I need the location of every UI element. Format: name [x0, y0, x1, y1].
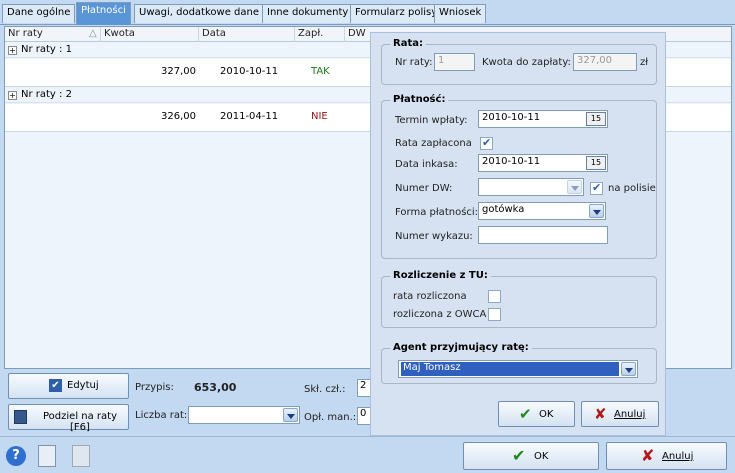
calendar-icon[interactable]: 15 [586, 156, 606, 170]
opl-man-field[interactable]: 0 [357, 407, 371, 425]
rata-zaplacona-checkbox[interactable] [480, 136, 493, 150]
col-dw[interactable]: DW [348, 28, 366, 39]
rozliczenie-group: Rozliczenie z TU: rata rozliczona rozlic… [381, 270, 657, 328]
liczba-rat-label: Liczba rat: [135, 410, 188, 421]
forma-platnosci-select[interactable]: gotówka [478, 202, 606, 220]
nr-raty-field: 1 [434, 53, 475, 71]
skl-czl-label: Skł. czł.: [304, 384, 346, 395]
chevron-down-icon[interactable] [589, 204, 604, 218]
expand-icon[interactable]: + [8, 46, 17, 55]
copy-icon[interactable] [38, 445, 56, 467]
przypis-label: Przypis: [135, 382, 174, 393]
sort-asc-icon: △ [89, 28, 97, 39]
przypis-value: 653,00 [194, 381, 237, 394]
group-label: Nr raty : 1 [21, 44, 72, 55]
kwota-field: 327,00 [573, 53, 637, 71]
rozliczona-owca-checkbox[interactable] [488, 308, 501, 321]
footer-bar: ? ✔ OK ✘ Anuluj [0, 436, 735, 473]
popup-cancel-button[interactable]: ✘ Anuluj [581, 401, 659, 427]
rata-group: Rata: Nr raty: 1 Kwota do zapłaty: 327,0… [381, 38, 657, 85]
col-zapl[interactable]: Zapł. [298, 28, 323, 39]
cell-zapl: NIE [311, 111, 328, 122]
group-label: Nr raty : 2 [21, 89, 72, 100]
chevron-down-icon[interactable] [621, 362, 636, 376]
data-inkasa-field[interactable]: 2010-10-11 15 [478, 154, 608, 172]
split-installments-button[interactable]: Podziel na raty [F6] [8, 404, 129, 433]
numer-wykazu-field[interactable] [478, 226, 608, 244]
cell-kwota: 327,00 [161, 66, 196, 77]
split-icon [14, 410, 27, 424]
col-data[interactable]: Data [202, 28, 226, 39]
agent-group: Agent przyjmujący ratę: Maj Tomasz [381, 342, 657, 384]
liczba-rat-select[interactable] [188, 406, 300, 424]
ok-button[interactable]: ✔ OK [463, 442, 599, 470]
tab-inne-dokumenty[interactable]: Inne dokumenty [262, 4, 354, 23]
na-polisie-checkbox[interactable] [590, 181, 603, 195]
popup-ok-button[interactable]: ✔ OK [498, 401, 575, 427]
cell-data: 2011-04-11 [220, 111, 279, 122]
rata-rozliczona-checkbox[interactable] [488, 290, 501, 303]
expand-icon[interactable]: + [8, 91, 17, 100]
check-icon: ✔ [519, 405, 532, 423]
check-icon: ✔ [512, 446, 526, 465]
edit-button[interactable]: ✔ Edytuj [8, 373, 129, 399]
tab-platnosci[interactable]: Płatności [76, 2, 131, 25]
check-icon: ✔ [49, 379, 62, 392]
platnosc-group: Płatność: Termin wpłaty: 2010-10-11 15 R… [381, 94, 657, 259]
col-nr-raty[interactable]: Nr raty [8, 28, 43, 39]
tab-formularz-polisy[interactable]: Formularz polisy [350, 4, 443, 23]
cancel-button[interactable]: ✘ Anuluj [606, 442, 727, 470]
tab-bar: Dane ogólne Płatności Uwagi, dodatkowe d… [0, 0, 735, 25]
paste-icon[interactable] [72, 445, 90, 467]
skl-czl-field[interactable]: 2 [357, 379, 371, 397]
cell-zapl: TAK [311, 66, 330, 77]
col-kwota[interactable]: Kwota [104, 28, 135, 39]
split-label: Podziel na raty [F6] [43, 411, 117, 433]
numer-dw-select[interactable] [478, 178, 584, 196]
edit-label: Edytuj [67, 380, 99, 391]
cell-kwota: 326,00 [161, 111, 196, 122]
tab-dane-ogolne[interactable]: Dane ogólne [2, 4, 76, 23]
tab-uwagi[interactable]: Uwagi, dodatkowe dane [134, 4, 264, 23]
help-icon[interactable]: ? [6, 446, 26, 466]
close-icon: ✘ [641, 446, 655, 465]
calendar-icon[interactable]: 15 [586, 112, 606, 126]
installment-edit-panel: Rata: Nr raty: 1 Kwota do zapłaty: 327,0… [370, 32, 666, 436]
cell-data: 2010-10-11 [220, 66, 279, 77]
termin-date-field[interactable]: 2010-10-11 15 [478, 110, 608, 128]
chevron-down-icon[interactable] [567, 180, 582, 194]
agent-select[interactable]: Maj Tomasz [398, 360, 638, 378]
chevron-down-icon[interactable] [283, 408, 298, 422]
close-icon: ✘ [594, 405, 607, 423]
tab-wniosek[interactable]: Wniosek [434, 4, 487, 23]
opl-man-label: Opł. man.: [304, 412, 357, 423]
